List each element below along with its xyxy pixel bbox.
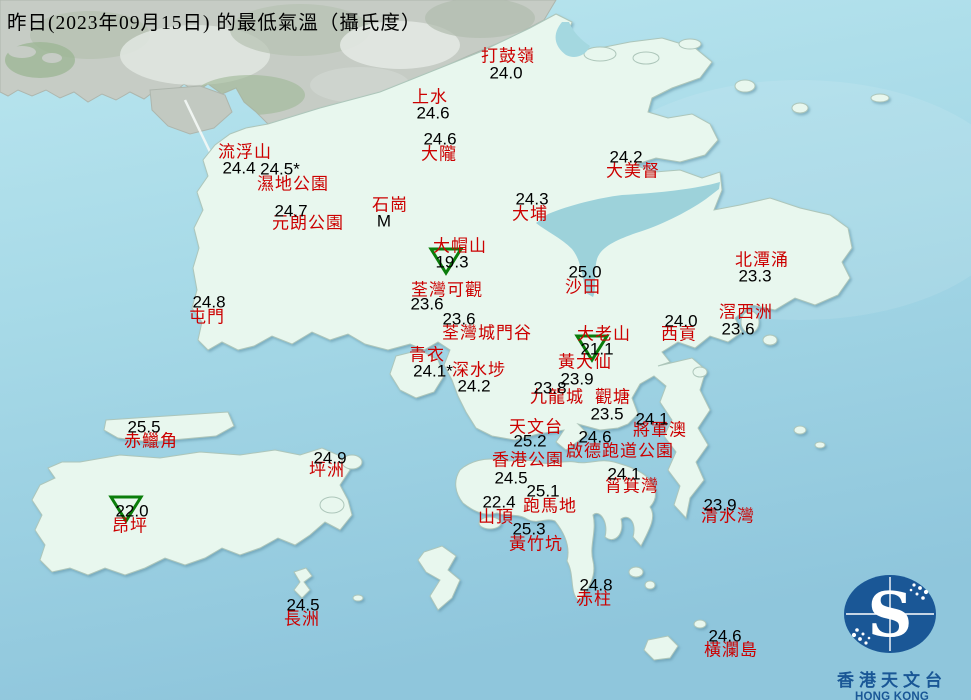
logo-chinese-name: 香港天文台: [837, 671, 947, 690]
ap-lei-chau-island: [478, 516, 502, 530]
mainland-islet: [8, 46, 36, 58]
mainland-islet: [42, 53, 62, 63]
kau-sai-chau-island: [740, 310, 760, 334]
islet: [762, 334, 778, 346]
map-title: 昨日(2023年09月15日) 的最低氣溫（攝氏度）: [7, 13, 422, 34]
islet: [692, 366, 708, 378]
ninepin-islet: [814, 441, 826, 449]
islet: [644, 580, 656, 590]
islet: [628, 566, 644, 578]
hei-ling-chau-island: [319, 496, 345, 514]
mirs-bay-island: [791, 102, 809, 114]
islet: [352, 594, 364, 602]
mirs-bay-island: [734, 79, 756, 93]
hko-logo: S 香港天文台 HONG KONG OBSERVATORY: [817, 568, 967, 700]
peng-chau-island: [341, 454, 363, 470]
logo-s-swirl: S: [868, 578, 913, 651]
tung-ping-chau-island: [870, 93, 890, 103]
mirs-bay-island: [632, 51, 660, 65]
mirs-bay-island: [678, 38, 702, 50]
hko-min-temp-map: 打鼓嶺 24.0 上水 24.6 大隴 24.6 大美督 24.2 流浮山 24.4 濕地公園 24.…: [0, 0, 971, 700]
ninepin-islet: [793, 425, 807, 435]
hko-logo-emblem: S: [844, 575, 936, 653]
logo-english-name: HONG KONG OBSERVATORY: [855, 691, 929, 700]
waglan-island: [693, 619, 707, 629]
mirs-bay-island: [583, 46, 617, 62]
